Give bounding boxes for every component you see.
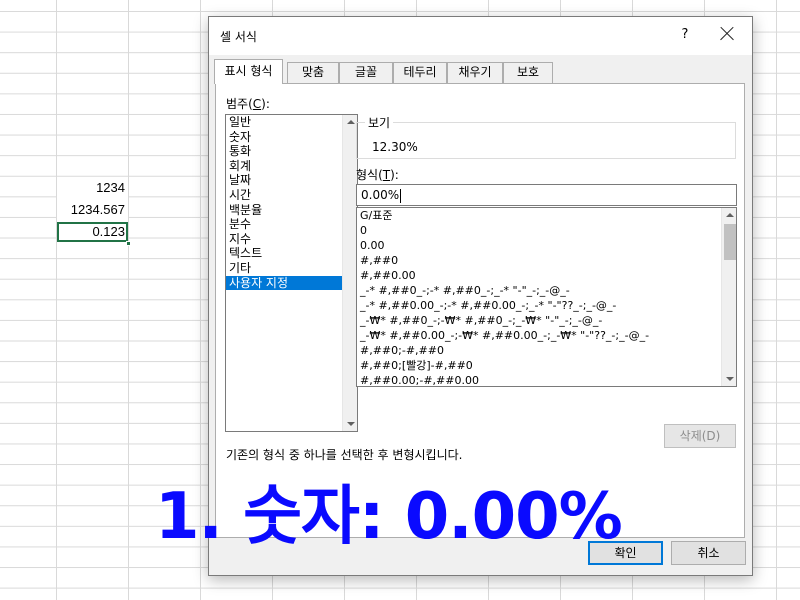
preview-value: 12.30%: [372, 140, 418, 154]
format-item[interactable]: _-₩* #,##0.00_-;-₩* #,##0.00_-;_-₩* "-"?…: [357, 328, 720, 343]
category-item[interactable]: 텍스트: [226, 246, 342, 261]
format-scrollbar[interactable]: [721, 208, 736, 386]
delete-button[interactable]: 삭제(D): [664, 424, 736, 448]
format-item[interactable]: #,##0;[빨강]-#,##0: [357, 358, 720, 373]
format-item[interactable]: G/표준: [357, 208, 720, 223]
dialog-titlebar[interactable]: 셀 서식 ?: [209, 17, 752, 55]
tab-protection[interactable]: 보호: [503, 62, 553, 83]
tab-border[interactable]: 테두리: [393, 62, 447, 83]
format-item[interactable]: 0.00: [357, 238, 720, 253]
category-list[interactable]: 일반 숫자 통화 회계 날짜 시간 백분율 분수 지수 텍스트 기타 사용자 지…: [225, 114, 358, 432]
format-item[interactable]: #,##0: [357, 253, 720, 268]
accelerator-key: C: [252, 97, 262, 111]
format-item[interactable]: #,##0.00: [357, 268, 720, 283]
category-item[interactable]: 날짜: [226, 173, 342, 188]
accelerator-key: T: [382, 168, 391, 182]
scroll-up-icon[interactable]: [726, 213, 734, 217]
dialog-title: 셀 서식: [220, 30, 257, 44]
type-label: 형식(T):: [356, 168, 399, 182]
tab-number[interactable]: 표시 형식: [214, 59, 283, 84]
help-button[interactable]: ?: [677, 27, 693, 42]
fill-handle[interactable]: [126, 241, 131, 246]
cell-value-1[interactable]: 1234: [57, 178, 128, 198]
format-item[interactable]: _-* #,##0.00_-;-* #,##0.00_-;_-* "-"??_-…: [357, 298, 720, 313]
scroll-thumb[interactable]: [724, 224, 736, 260]
category-item[interactable]: 기타: [226, 261, 342, 276]
tab-alignment[interactable]: 맞춤: [287, 62, 339, 83]
category-item[interactable]: 시간: [226, 188, 342, 203]
category-item[interactable]: 통화: [226, 144, 342, 159]
tab-fill[interactable]: 채우기: [447, 62, 503, 83]
format-item[interactable]: #,##0.00;-#,##0.00: [357, 373, 720, 386]
format-item[interactable]: _-₩* #,##0_-;-₩* #,##0_-;_-₩* "-"_-;_-@_…: [357, 313, 720, 328]
format-item[interactable]: 0: [357, 223, 720, 238]
overlay-caption: 1. 숫자: 0.00%: [155, 480, 623, 554]
scroll-up-icon[interactable]: [347, 120, 355, 124]
scroll-down-icon[interactable]: [347, 422, 355, 426]
tab-font[interactable]: 글꼴: [339, 62, 393, 83]
active-cell[interactable]: 0.123: [57, 222, 128, 242]
category-item[interactable]: 회계: [226, 159, 342, 174]
category-scrollbar[interactable]: [342, 115, 357, 431]
category-item[interactable]: 숫자: [226, 130, 342, 145]
category-label: 범주(C):: [226, 97, 270, 111]
preview-label: 보기: [365, 114, 394, 131]
cancel-button[interactable]: 취소: [671, 541, 746, 565]
number-tab-panel: 범주(C): 일반 숫자 통화 회계 날짜 시간 백분율 분수 지수 텍스트 기…: [215, 83, 745, 538]
scroll-down-icon[interactable]: [726, 377, 734, 381]
text-caret: [400, 188, 402, 203]
close-icon[interactable]: [717, 23, 737, 45]
format-list[interactable]: G/표준 0 0.00 #,##0 #,##0.00 _-* #,##0_-;-…: [356, 207, 737, 387]
category-item-selected[interactable]: 사용자 지정: [226, 275, 342, 291]
category-item[interactable]: 백분율: [226, 203, 342, 218]
category-item[interactable]: 분수: [226, 217, 342, 232]
category-item[interactable]: 일반: [226, 115, 342, 130]
format-type-value: 0.00%: [361, 188, 400, 202]
cell-value-2[interactable]: 1234.567: [57, 200, 128, 220]
format-item[interactable]: _-* #,##0_-;-* #,##0_-;_-* "-"_-;_-@_-: [357, 283, 720, 298]
category-item[interactable]: 지수: [226, 232, 342, 247]
format-item[interactable]: #,##0;-#,##0: [357, 343, 720, 358]
format-type-input[interactable]: 0.00%: [356, 184, 737, 206]
description-text: 기존의 형식 중 하나를 선택한 후 변형시킵니다.: [226, 448, 463, 462]
